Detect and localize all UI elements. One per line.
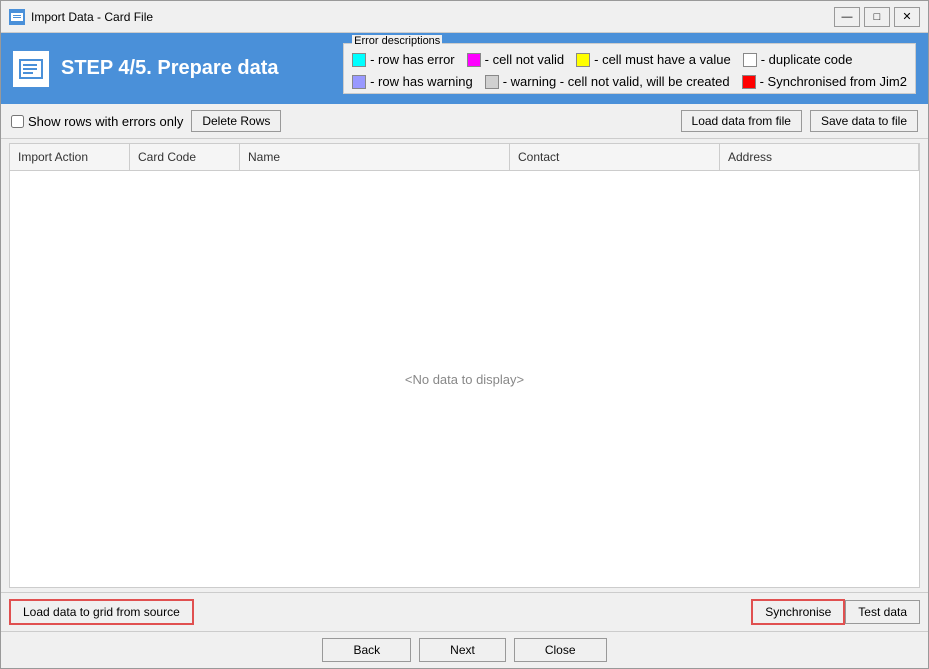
legend-synchronised: - Synchronised from Jim2: [742, 74, 907, 89]
show-errors-label: Show rows with errors only: [28, 114, 183, 129]
window-title: Import Data - Card File: [31, 10, 834, 24]
duplicate-code-color: [743, 53, 757, 67]
show-errors-checkbox-label[interactable]: Show rows with errors only: [11, 114, 183, 129]
row-warning-label: - row has warning: [370, 74, 473, 89]
step-icon: [13, 51, 49, 87]
title-bar: Import Data - Card File — □ ✕: [1, 1, 928, 33]
col-header-import-action: Import Action: [10, 144, 130, 170]
back-button[interactable]: Back: [322, 638, 411, 662]
window-controls: — □ ✕: [834, 7, 920, 27]
app-icon: [9, 9, 25, 25]
nav-bar: Back Next Close: [1, 631, 928, 668]
grid-header-row: Import Action Card Code Name Contact Add…: [10, 144, 919, 171]
show-errors-checkbox[interactable]: [11, 115, 24, 128]
cell-invalid-label: - cell not valid: [485, 52, 564, 67]
load-grid-button[interactable]: Load data to grid from source: [9, 599, 194, 625]
main-toolbar: Show rows with errors only Delete Rows L…: [1, 104, 928, 139]
col-header-address: Address: [720, 144, 919, 170]
cell-invalid-color: [467, 53, 481, 67]
step-title: STEP 4/5. Prepare data: [61, 57, 331, 80]
col-header-card-code: Card Code: [130, 144, 240, 170]
delete-rows-button[interactable]: Delete Rows: [191, 110, 281, 132]
data-grid: Import Action Card Code Name Contact Add…: [9, 143, 920, 588]
synchronised-label: - Synchronised from Jim2: [760, 74, 907, 89]
legend-duplicate-code: - duplicate code: [743, 52, 853, 67]
bottom-toolbar: Load data to grid from source Synchronis…: [1, 592, 928, 631]
legend-warning-cell-not-valid: - warning - cell not valid, will be crea…: [485, 74, 730, 89]
warning-cell-label: - warning - cell not valid, will be crea…: [503, 74, 730, 89]
no-data-label: <No data to display>: [405, 372, 524, 387]
legend-row-warning: - row has warning: [352, 74, 473, 89]
grid-empty-message: <No data to display>: [10, 171, 919, 587]
row-error-color: [352, 53, 366, 67]
error-legend-box: Error descriptions - row has error - cel…: [343, 43, 916, 94]
duplicate-code-label: - duplicate code: [761, 52, 853, 67]
row-error-label: - row has error: [370, 52, 455, 67]
load-from-file-button[interactable]: Load data from file: [681, 110, 802, 132]
minimize-button[interactable]: —: [834, 7, 860, 27]
next-button[interactable]: Next: [419, 638, 506, 662]
legend-row-error: - row has error: [352, 52, 455, 67]
warning-cell-color: [485, 75, 499, 89]
maximize-button[interactable]: □: [864, 7, 890, 27]
legend-row-1: - row has error - cell not valid - cell …: [352, 52, 907, 67]
cell-must-value-label: - cell must have a value: [594, 52, 731, 67]
col-header-name: Name: [240, 144, 510, 170]
synchronise-button[interactable]: Synchronise: [751, 599, 845, 625]
close-window-button[interactable]: ✕: [894, 7, 920, 27]
main-window: Import Data - Card File — □ ✕ STEP 4/5. …: [0, 0, 929, 669]
col-header-contact: Contact: [510, 144, 720, 170]
row-warning-color: [352, 75, 366, 89]
test-data-button[interactable]: Test data: [845, 600, 920, 624]
synchronised-color: [742, 75, 756, 89]
legend-row-2: - row has warning - warning - cell not v…: [352, 74, 907, 89]
legend-cell-must-have-value: - cell must have a value: [576, 52, 731, 67]
save-to-file-button[interactable]: Save data to file: [810, 110, 918, 132]
cell-must-value-color: [576, 53, 590, 67]
legend-title: Error descriptions: [352, 35, 442, 47]
step-header: STEP 4/5. Prepare data Error description…: [1, 33, 928, 104]
close-button[interactable]: Close: [514, 638, 607, 662]
legend-cell-invalid: - cell not valid: [467, 52, 564, 67]
